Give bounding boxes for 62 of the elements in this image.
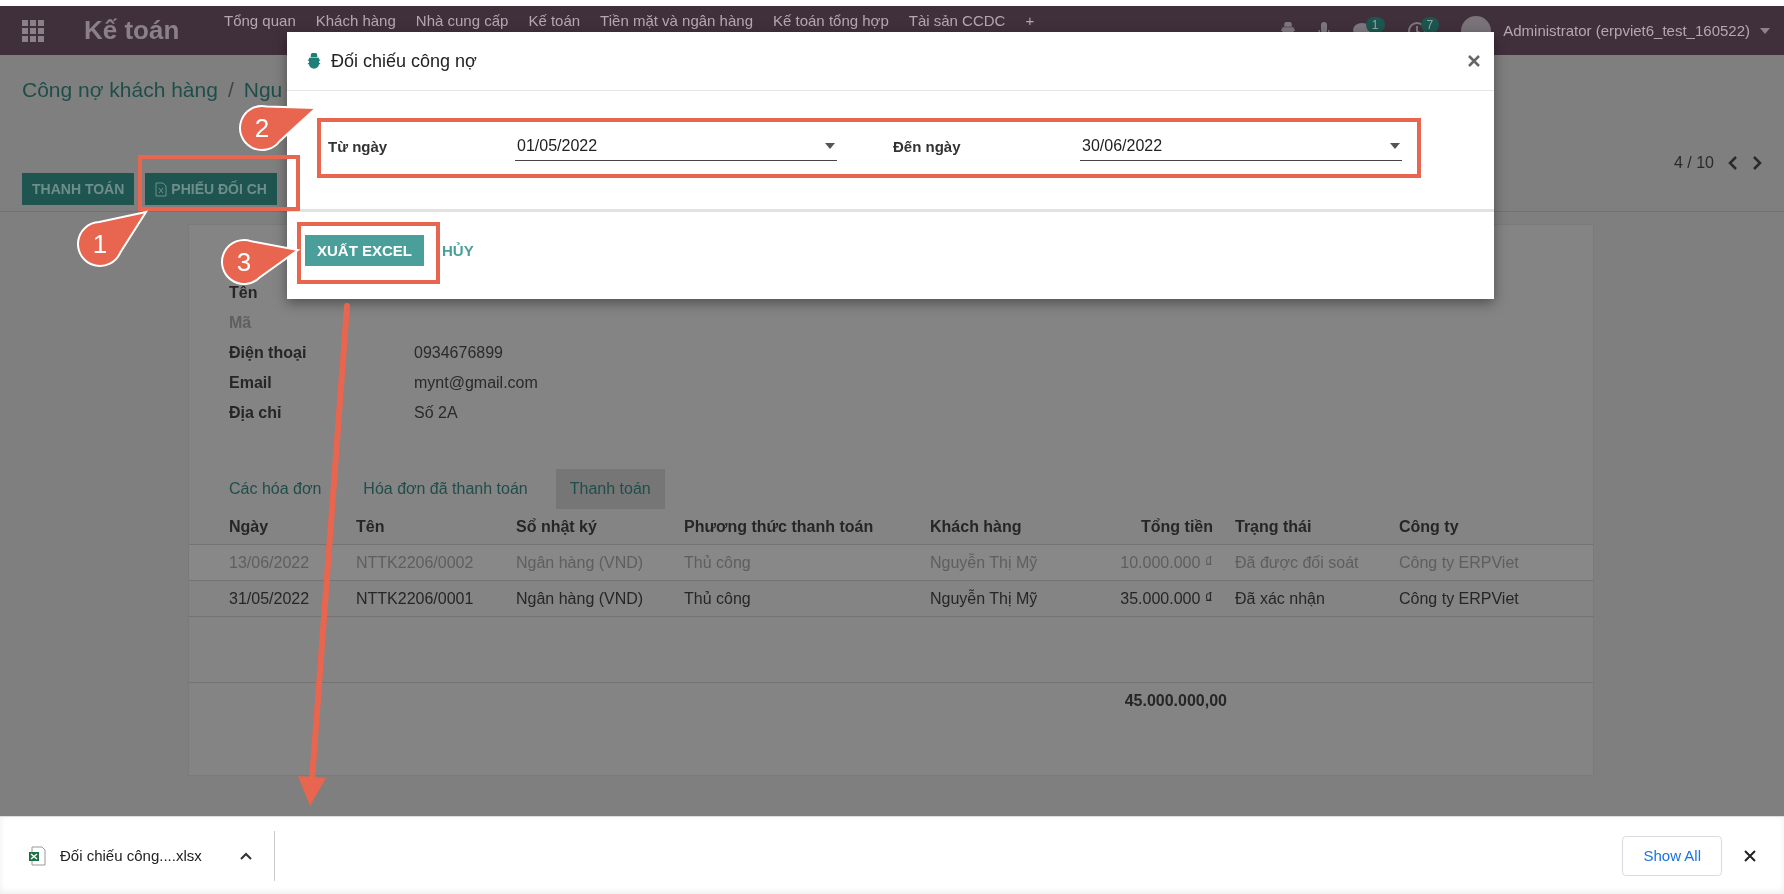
bug-icon — [307, 53, 321, 69]
table-cell-text: Thủ công — [684, 589, 752, 608]
table-row[interactable]: 31/05/2022 NTTK2206/0001 Ngân hàng (VND) Thủ công Nguyễn Thị Mỹ 35.000.000 ₫ Đã xác nhận Công ty ERPViet — [189, 581, 1593, 617]
column-header: Công ty — [1399, 517, 1460, 536]
apps-menu-icon[interactable] — [22, 19, 44, 42]
export-button[interactable]: XUẤT EXCEL — [305, 235, 424, 266]
total-amount: 45.000.000,00 — [1123, 691, 1227, 710]
field-label: Đến ngày — [893, 137, 962, 155]
caret-icon[interactable] — [1760, 27, 1770, 34]
notification-badge: 1 — [1365, 16, 1385, 33]
caret-up-icon[interactable] — [239, 851, 252, 860]
excel-file-icon — [155, 181, 168, 197]
user-menu[interactable]: Administrator (erpviet6_test_160522) — [1503, 22, 1750, 39]
previous-icon[interactable] — [1728, 156, 1738, 170]
date-field[interactable]: 01/05/2022 — [515, 131, 837, 161]
breadcrumb-separator: / — [227, 78, 234, 102]
breadcrumb-current: Ngu — [243, 78, 283, 102]
column-header: Ngày — [229, 517, 270, 536]
column-header: Khách hàng — [930, 517, 1023, 536]
column-header: Tên — [356, 517, 386, 536]
excel-file-icon — [28, 845, 46, 866]
field-value: 0934676899 — [414, 344, 503, 362]
menu-item[interactable]: Khách hàng — [315, 12, 396, 29]
table-cell-text: NTTK2206/0001 — [356, 589, 475, 608]
app-title: Kế toán — [84, 15, 181, 46]
cancel-button[interactable]: HỦY — [442, 242, 474, 259]
menu-item[interactable]: Kế toán tổng hợp — [773, 12, 889, 29]
column-header: Sổ nhật ký — [516, 517, 598, 536]
table-cell-text: Công ty ERPViet — [1399, 589, 1520, 608]
pager-count: 4 / 10 — [1673, 154, 1714, 172]
field-label: Email — [229, 374, 273, 392]
column-header: Trạng thái — [1234, 517, 1313, 536]
field-label: Điện thoại — [229, 344, 308, 362]
field-label: Địa chỉ — [229, 404, 283, 422]
menu-item[interactable]: Tài sản CCDC — [908, 12, 1006, 29]
menu-item[interactable]: Nhà cung cấp — [415, 12, 509, 29]
step-marker: 1 — [77, 211, 147, 267]
table-cell-text: Đã xác nhận — [1234, 589, 1326, 608]
menu-item[interactable]: Tổng quan — [224, 12, 296, 29]
date-field[interactable]: 30/06/2022 — [1080, 131, 1402, 161]
dialog-title: Đối chiếu công nợ — [331, 50, 477, 72]
field-label: Từ ngày — [328, 137, 389, 155]
table-cell-text: Nguyễn Thị Mỹ — [930, 589, 1039, 608]
column-header: Phương thức thanh toán — [684, 517, 875, 536]
downloaded-file[interactable]: Đối chiếu công....xlsx — [60, 847, 202, 864]
field-value: Số 2A — [414, 404, 458, 422]
caret-icon[interactable] — [825, 142, 835, 149]
table-cell-text: 31/05/2022 — [229, 589, 311, 608]
table-cell-text: Ngân hàng (VND) — [516, 589, 645, 608]
menu-item[interactable]: Kế toán — [528, 12, 581, 29]
column-header: Tổng tiền — [1140, 517, 1213, 536]
menu-item[interactable]: Tiền mặt và ngân hàng — [600, 12, 753, 29]
field-label: Tên — [229, 284, 259, 302]
step-marker: 2 — [239, 105, 317, 151]
table-cell-text: 35.000.000 ₫ — [1119, 589, 1213, 608]
close-icon[interactable] — [1744, 849, 1756, 862]
caret-icon[interactable] — [1390, 142, 1400, 149]
notification-badge: 7 — [1420, 16, 1440, 33]
show-all-button[interactable]: Show All — [1622, 835, 1722, 876]
menu-item[interactable]: + — [1025, 12, 1035, 29]
next-icon[interactable] — [1752, 156, 1762, 170]
step-marker: 3 — [221, 239, 299, 285]
